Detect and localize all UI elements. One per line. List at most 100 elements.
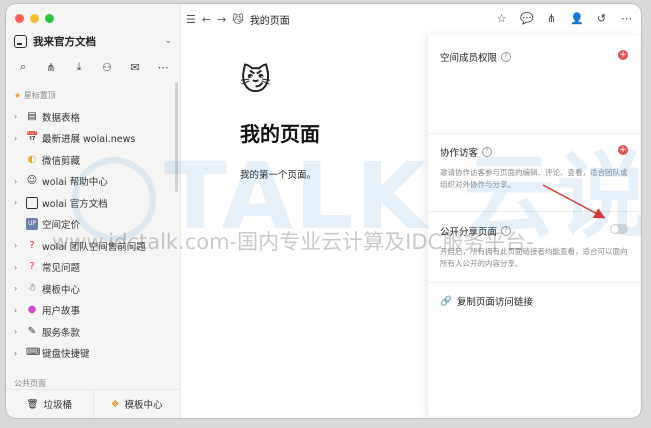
guests-section: 协作访客 ? + 邀请协作访客参与页面的编辑、评论、查看，适合团队或组织对外协作… <box>440 145 628 191</box>
sidebar-item[interactable]: › ✎ 服务条款 <box>6 321 180 343</box>
sidebar-item[interactable]: › ▤ 数据表格 <box>6 106 180 128</box>
template-center-button[interactable]: ❖ 模板中心 <box>92 390 181 418</box>
avatar-icon: ☺ <box>26 175 38 187</box>
minimize-window-button[interactable] <box>30 14 39 23</box>
chevron-down-icon: ⌄ <box>164 36 172 46</box>
sidebar-item[interactable]: ›? 常见问题 <box>6 257 180 279</box>
sidebar-item[interactable]: › ☺ wolai 帮助中心 <box>6 171 180 193</box>
sidebar-item-label: 最新进展 wolai.news <box>42 134 136 146</box>
members-title: 空间成员权限 ? <box>440 50 628 64</box>
public-section-label: 公共页面 <box>14 379 46 388</box>
divider <box>428 133 640 134</box>
chevron-right-icon[interactable]: › <box>14 284 22 293</box>
doc-icon <box>26 196 38 209</box>
comment-icon[interactable]: 💬 <box>520 12 534 25</box>
workspace-switcher[interactable]: 我来官方文档 ⌄ <box>14 30 172 52</box>
sidebar-item[interactable]: › wolai 官方文档 <box>6 192 180 214</box>
more-icon[interactable]: ⋯ <box>620 12 633 25</box>
sidebar-item[interactable]: › ☃ 模板中心 <box>6 278 180 300</box>
chevron-right-icon[interactable]: › <box>14 306 22 315</box>
story-icon: ● <box>27 304 37 316</box>
sidebar-item-label: wolai 官方文档 <box>42 198 108 210</box>
chevron-right-icon[interactable]: › <box>14 241 22 250</box>
sidebar-scrollbar[interactable] <box>175 82 178 192</box>
table-icon: ▤ <box>27 110 37 122</box>
page-emoji[interactable]: 😼 <box>240 63 271 98</box>
more-icon[interactable]: ⋯ <box>156 61 170 74</box>
help-icon[interactable]: ? <box>501 226 512 236</box>
inbox-icon[interactable]: ✉ <box>128 61 142 74</box>
share-user-icon[interactable]: 👤 <box>570 12 584 25</box>
zoom-window-button[interactable] <box>45 14 54 23</box>
page-title[interactable]: 我的页面 <box>240 118 320 147</box>
help-icon[interactable]: ? <box>501 52 512 62</box>
add-member-button[interactable]: + <box>618 50 628 60</box>
copy-link-button[interactable]: 🔗 复制页面访问链接 <box>440 294 628 309</box>
template-icon: ☃ <box>27 282 37 294</box>
star-icon: ★ <box>14 91 22 100</box>
search-icon[interactable]: ⌕ <box>16 60 30 74</box>
chevron-right-icon[interactable]: › <box>14 112 22 121</box>
starred-section-label: ★ 星标置顶 <box>14 91 56 100</box>
breadcrumb-title[interactable]: 我的页面 <box>250 12 290 27</box>
workspace-icon <box>14 34 27 48</box>
history-icon[interactable]: ↺ <box>595 12 608 25</box>
trash-button[interactable]: 🗑 垃圾桶 <box>6 390 93 418</box>
sidebar-toolbar: ⌕ ⋔ ⤓ ⚇ ✉ ⋯ <box>12 58 174 76</box>
chevron-right-icon[interactable]: › <box>14 177 22 186</box>
page-emoji-icon: 😼 <box>232 12 244 26</box>
sidebar-item-label: 键盘快捷键 <box>42 349 90 361</box>
sidebar-item-label: 模板中心 <box>42 284 81 296</box>
sidebar-item[interactable]: UP 空间定价 <box>6 214 180 236</box>
workspace-name: 我来官方文档 <box>33 35 96 48</box>
public-share-title: 公开分享页面 ? <box>440 224 628 238</box>
members-icon[interactable]: ⚇ <box>100 61 114 74</box>
chevron-right-icon[interactable]: › <box>14 198 22 207</box>
sidebar-item[interactable]: › ● 用户故事 <box>6 300 180 322</box>
members-section: 空间成员权限 ? + <box>440 50 628 64</box>
guests-description: 邀请协作访客参与页面的编辑、评论、查看，适合团队或组织对外协作与分享。 <box>440 168 628 189</box>
sidebar-bottom-bar: 🗑 垃圾桶 ❖ 模板中心 <box>6 389 180 418</box>
public-share-description: 开启后，所有拥有此页面链接者均能查看，适合可以面向所有人公开的内容分享。 <box>440 247 628 268</box>
back-icon[interactable]: ← <box>202 13 211 26</box>
help-icon[interactable]: ? <box>482 147 493 157</box>
add-guest-button[interactable]: + <box>618 145 628 155</box>
menu-icon[interactable]: ☰ <box>186 13 196 26</box>
sidebar-item[interactable]: ◐ 微信剪藏 <box>6 149 180 171</box>
sidebar-item-label: 空间定价 <box>42 220 81 232</box>
sidebar-item[interactable]: › ⌨ 键盘快捷键 <box>6 343 180 365</box>
calendar-icon: 📅 <box>26 132 39 144</box>
share-panel: 空间成员权限 ? + 协作访客 ? + 邀请协作访客参与页面的编辑、评论、查看，… <box>427 36 640 416</box>
link-icon: 🔗 <box>440 295 452 307</box>
sidebar-nav: › ▤ 数据表格 › 📅 最新进展 wolai.news ◐ 微信剪藏 › ☺ wolai 帮助中心… <box>6 106 180 364</box>
top-bar: ☰ ← → 😼 我的页面 ☆ 💬 ⋔ 👤 ↺ ⋯ <box>180 4 641 34</box>
question-icon: ? <box>29 239 35 251</box>
import-icon[interactable]: ⤓ <box>72 60 86 74</box>
template-icon: ❖ <box>110 398 120 410</box>
page-body-text[interactable]: 我的第一个页面。 <box>240 167 316 181</box>
graph-icon[interactable]: ⋔ <box>44 61 58 74</box>
sidebar-item[interactable]: ›? wolai 团队空间售前问题 <box>6 235 180 257</box>
sidebar-item-label: 微信剪藏 <box>42 155 81 167</box>
sidebar-item-label: 数据表格 <box>42 112 81 124</box>
divider <box>428 211 640 212</box>
close-window-button[interactable] <box>15 14 24 23</box>
sidebar-item-label: wolai 团队空间售前问题 <box>42 241 146 253</box>
sidebar-item-label: wolai 帮助中心 <box>42 177 108 189</box>
sidebar-item[interactable]: › 📅 最新进展 wolai.news <box>6 128 180 150</box>
sidebar-item-label: 服务条款 <box>42 327 81 339</box>
window-controls <box>15 14 54 23</box>
forward-icon[interactable]: → <box>217 13 226 26</box>
public-share-toggle[interactable] <box>610 224 628 234</box>
chevron-right-icon[interactable]: › <box>14 134 22 143</box>
public-share-section: 公开分享页面 ? 开启后，所有拥有此页面链接者均能查看，适合可以面向所有人公开的… <box>440 224 628 270</box>
chevron-right-icon[interactable]: › <box>14 327 22 336</box>
star-icon[interactable]: ☆ <box>495 12 508 25</box>
graph-icon[interactable]: ⋔ <box>545 12 558 25</box>
breadcrumb: ☰ ← → 😼 我的页面 <box>186 12 290 27</box>
sidebar-item-label: 常见问题 <box>42 263 81 275</box>
copy-link-section: 🔗 复制页面访问链接 <box>440 294 628 309</box>
chevron-right-icon[interactable]: › <box>14 263 22 272</box>
chevron-right-icon[interactable]: › <box>14 349 22 358</box>
app-window: 我来官方文档 ⌄ ⌕ ⋔ ⤓ ⚇ ✉ ⋯ ★ 星标置顶 › ▤ 数据表格 › 📅 最新进展… <box>6 4 641 418</box>
